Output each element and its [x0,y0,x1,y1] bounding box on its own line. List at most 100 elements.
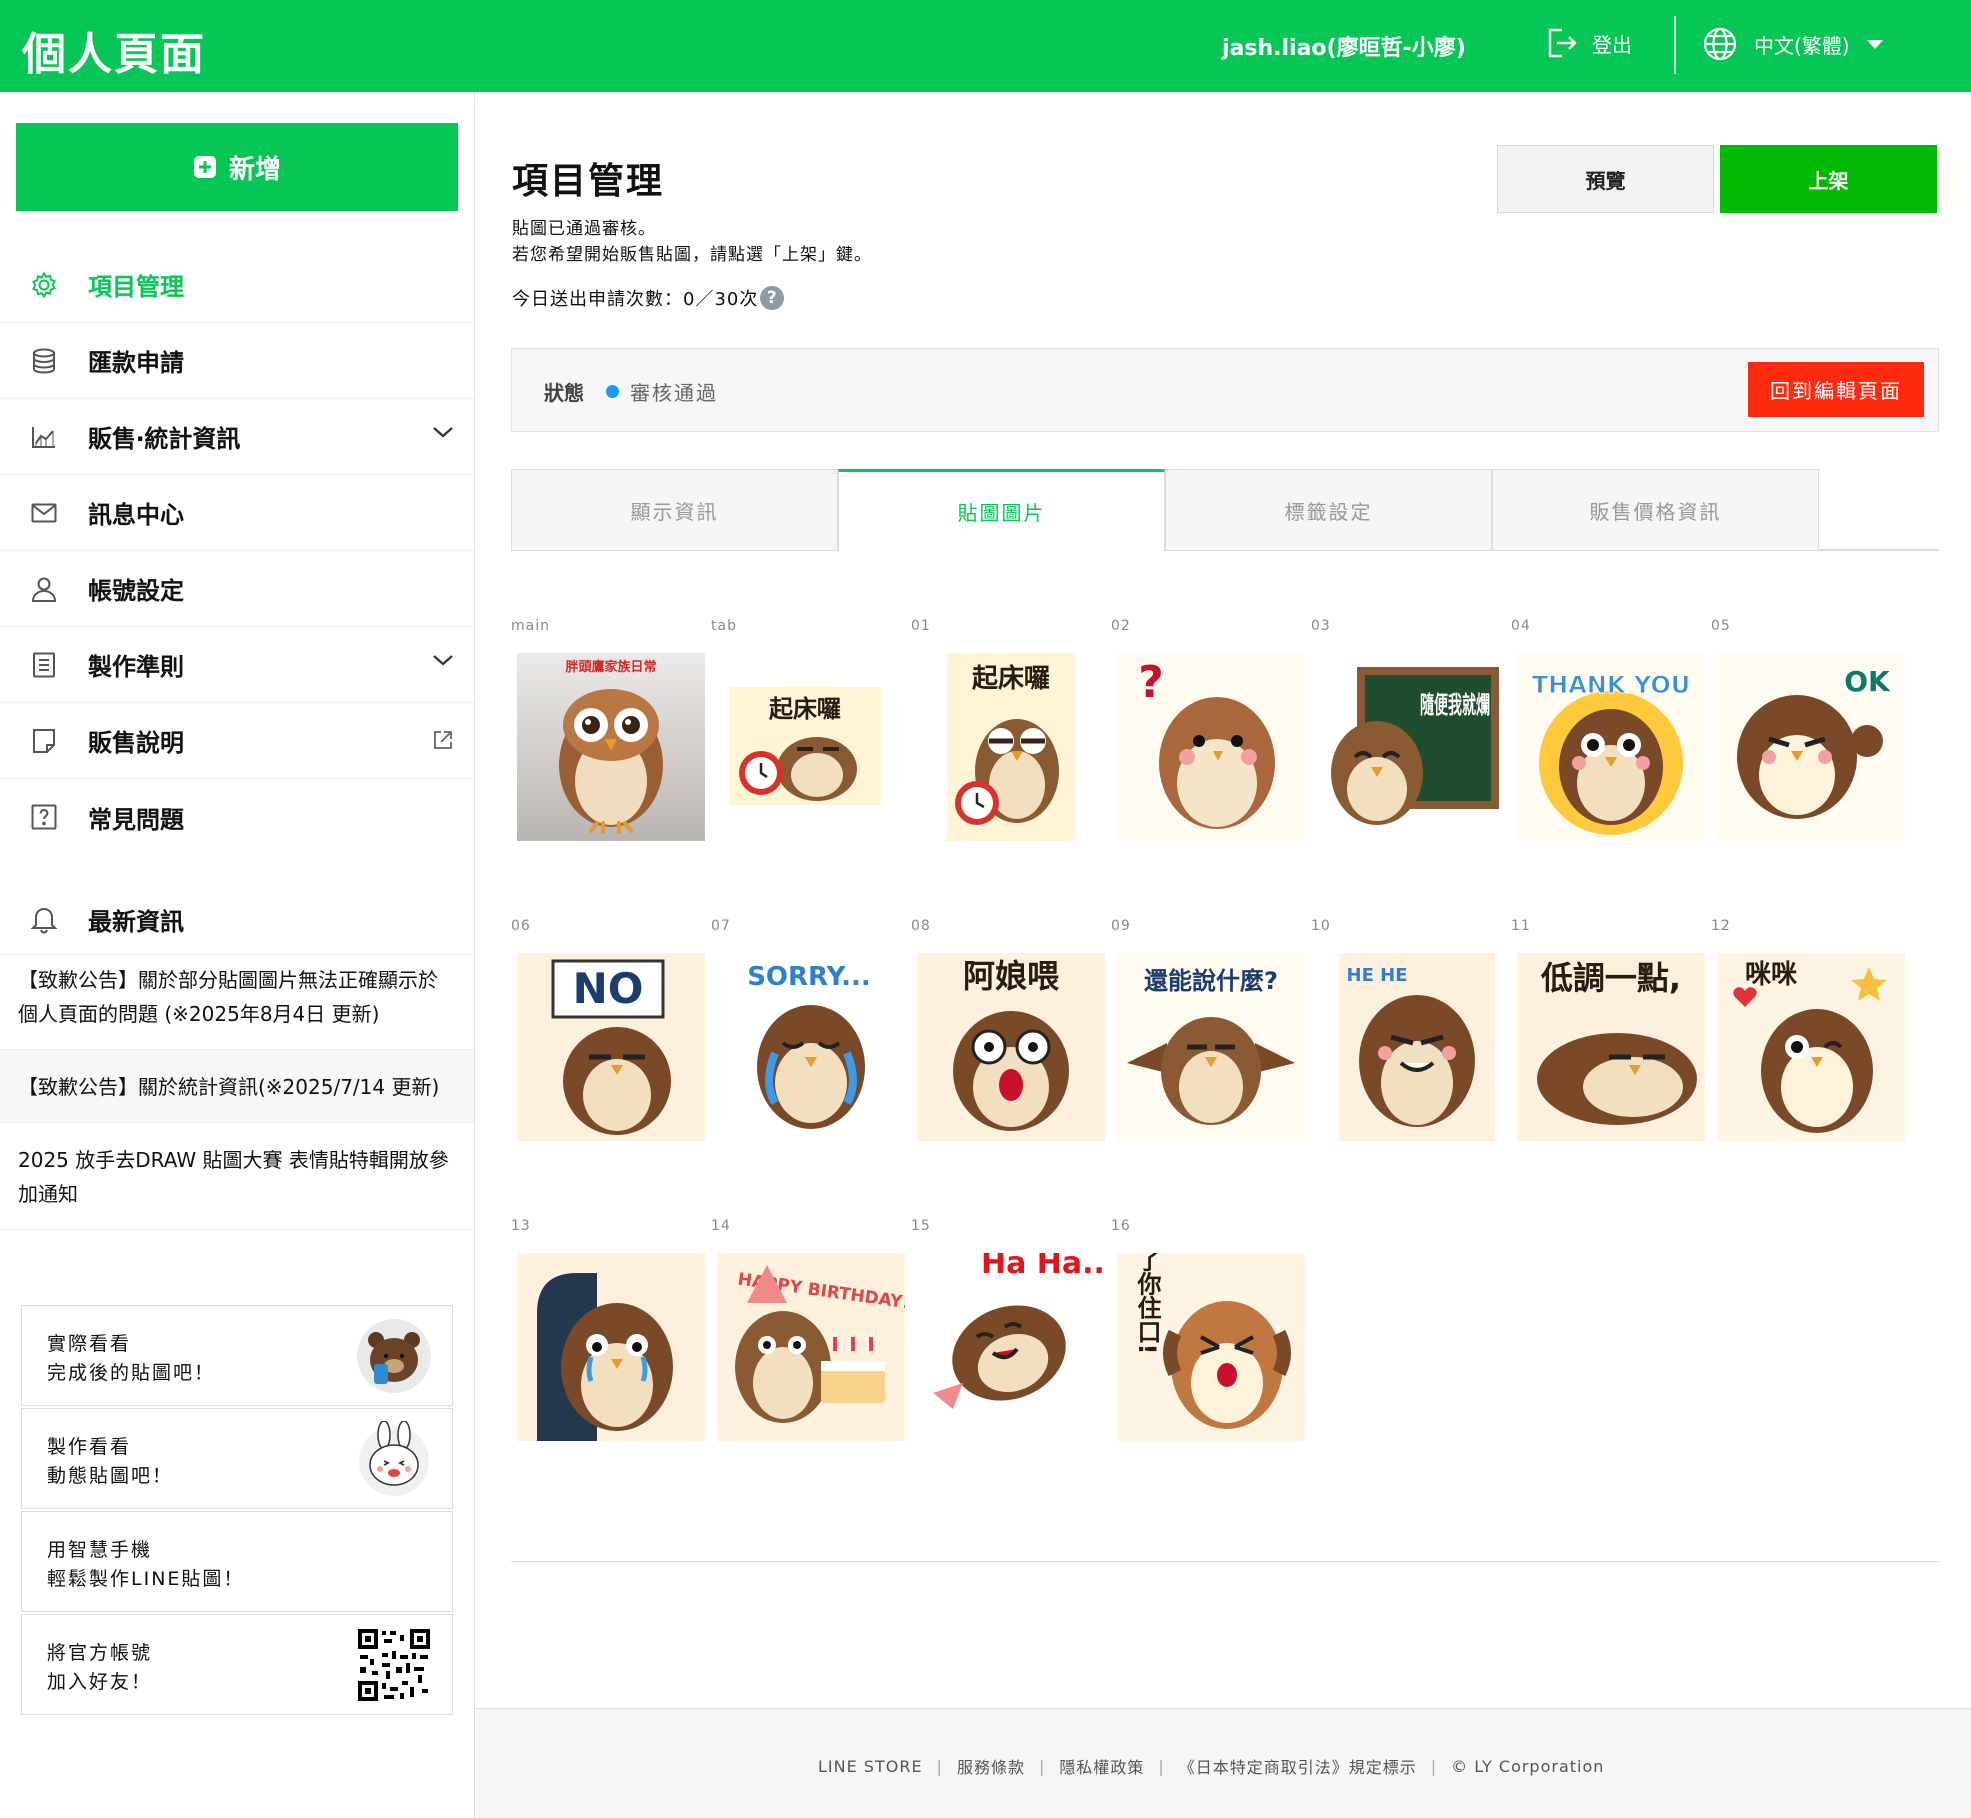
sidebar-nav: 項目管理 匯款申請 販售‧統計資訊 訊息中心 帳號設定 製作準則 販售說明 常見… [0,247,474,855]
sidebar-item-label: 販售‧統計資訊 [88,425,241,453]
external-link-icon [434,731,452,749]
sticker-main[interactable]: main 胖頭鷹家族日常 [511,618,705,841]
sticker-10[interactable]: 10 HE HE [1311,918,1501,1141]
coins-icon [33,348,55,374]
sticker-02[interactable]: 02 ? [1111,618,1305,841]
mail-icon [31,503,57,523]
back-to-edit-button[interactable]: 回到編輯頁面 [1748,362,1924,417]
sidebar-item-remittance[interactable]: 匯款申請 [0,323,474,399]
footer-link-privacy[interactable]: 隱私權政策 [1059,1754,1144,1778]
sticker-label: 06 [511,918,531,934]
sticker-05[interactable]: 05 OK [1711,618,1905,841]
owl-06-image: NO [517,953,705,1141]
status-value: 審核通過 [630,381,718,405]
sticker-01[interactable]: 01 起床囉 [911,618,1101,841]
news-item[interactable]: 2025 放手去DRAW 貼圖大賽 表情貼特輯開放參加通知 [0,1123,474,1230]
tab-sticker-images[interactable]: 貼圖圖片 [838,469,1165,553]
sticker-label: 12 [1711,918,1731,934]
review-message-line: 若您希望開始販售貼圖，請點選「上架」鍵。 [512,245,872,265]
sticker-label: 13 [511,1218,531,1234]
sticker-label: 04 [1511,618,1531,634]
language-label: 中文(繁體) [1754,33,1850,58]
rabbit-icon [359,1421,429,1496]
sticker-label: 02 [1111,618,1131,634]
sticker-13[interactable]: 13 [511,1218,705,1441]
sticker-14[interactable]: 14 HAPPY BIRTHDAY!! [711,1218,905,1441]
gear-icon [32,271,56,299]
sticker-label: 05 [1711,618,1731,634]
add-new-label: 新增 [228,154,281,185]
footer-separator: | [1038,1756,1046,1776]
sticker-08[interactable]: 08 阿娘喂 [911,918,1105,1141]
sticker-label: 10 [1311,918,1331,934]
owl-03-image: 隨便我就爛 [1331,667,1499,825]
owl-08-image: 阿娘喂 [917,953,1105,1141]
tab-tag-settings[interactable]: 標籤設定 [1165,469,1492,551]
sidebar-item-sales-guide[interactable]: 販售說明 [0,703,474,779]
promo-text: 將官方帳號 加入好友！ [47,1639,152,1697]
footer-link-terms[interactable]: 服務條款 [957,1754,1025,1778]
footer-links: LINE STORE | 服務條款 | 隱私權政策 | 《日本特定商取引法》規定… [818,1754,1604,1778]
sticker-15[interactable]: 15 Ha Ha.. [911,1218,1105,1441]
sticker-04[interactable]: 04 THANK YOU [1511,618,1705,841]
logout-button[interactable]: 登出 [1544,26,1632,60]
sticker-03[interactable]: 03 隨便我就爛 [1311,618,1501,825]
promo-smartphone[interactable]: 用智慧手機 輕鬆製作LINE貼圖！ [21,1511,453,1612]
sticker-image: 低調一點, [1517,953,1705,1141]
sticker-11[interactable]: 11 低調一點, [1511,918,1705,1141]
news-item[interactable]: 【致歉公告】關於部分貼圖圖片無法正確顯示於個人頁面的問題 (※2025年8月4日… [0,943,474,1050]
add-new-button[interactable]: 新增 [16,123,458,211]
promo-view-finished[interactable]: 實際看看 完成後的貼圖吧！ [21,1305,453,1406]
chevron-down-icon [433,427,453,438]
sticker-tab[interactable]: tab 起床囉 [711,618,901,805]
sidebar-item-label: 製作準則 [88,653,184,681]
caret-down-icon [1866,40,1883,49]
promo-line: 製作看看 [47,1436,132,1458]
sidebar-item-label: 訊息中心 [88,501,184,529]
sticker-image: 起床囉 [917,653,1105,841]
language-selector[interactable]: 中文(繁體) [1702,26,1884,62]
note-icon [33,729,55,753]
sidebar: 新增 項目管理 匯款申請 販售‧統計資訊 訊息中心 帳號設定 製作準則 販售說明… [0,92,475,1818]
publish-button[interactable]: 上架 [1720,145,1937,213]
footer-separator: | [1430,1756,1438,1776]
promo-official-account[interactable]: 將官方帳號 加入好友！ [21,1614,453,1715]
sidebar-item-message-center[interactable]: 訊息中心 [0,475,474,551]
sidebar-item-guidelines[interactable]: 製作準則 [0,627,474,703]
content-divider [511,1561,1939,1562]
status-label: 狀態 [544,381,584,405]
sticker-07[interactable]: 07 SORRY... [711,918,905,1141]
sticker-06[interactable]: 06 NO [511,918,705,1141]
sticker-16[interactable]: 16 夠了你住口! [1111,1218,1305,1441]
sticker-caption: NO [573,964,644,1013]
footer-link-commerce-law[interactable]: 《日本特定商取引法》規定標示 [1179,1754,1417,1778]
sticker-label: 15 [911,1218,931,1234]
sticker-12[interactable]: 12 咪咪 [1711,918,1905,1141]
brown-bear-icon [357,1319,431,1393]
promo-animated[interactable]: 製作看看 動態貼圖吧！ [21,1408,453,1509]
owl-01-image: 起床囉 [947,653,1075,841]
sidebar-item-item-management[interactable]: 項目管理 [0,247,474,323]
logout-label: 登出 [1592,32,1632,57]
sticker-image: 咪咪 [1717,953,1905,1141]
submission-count-text: 今日送出申請次數：0／30次 [512,289,759,310]
help-icon[interactable]: ? [760,286,785,310]
sidebar-item-sales-stats[interactable]: 販售‧統計資訊 [0,399,474,475]
sticker-label: 14 [711,1218,731,1234]
sticker-label: 01 [911,618,931,634]
sidebar-item-faq[interactable]: 常見問題 [0,779,474,855]
tab-display-info[interactable]: 顯示資訊 [511,469,838,551]
footer-link-line-store[interactable]: LINE STORE [818,1757,923,1776]
preview-button[interactable]: 預覽 [1497,145,1714,213]
qr-code-icon [356,1627,432,1703]
tab-price-info[interactable]: 販售價格資訊 [1492,469,1819,551]
sticker-image: SORRY... [717,953,905,1141]
sticker-09[interactable]: 09 還能說什麼? [1111,918,1305,1141]
sticker-caption: HE HE [1347,965,1408,986]
sidebar-item-account-settings[interactable]: 帳號設定 [0,551,474,627]
sticker-image: ? [1117,653,1305,841]
news-item[interactable]: 【致歉公告】關於統計資訊(※2025/7/14 更新) [0,1050,474,1123]
review-message-line: 貼圖已通過審核。 [512,219,656,239]
owl-09-image: 還能說什麼? [1117,953,1305,1141]
owl-13-image [517,1253,705,1441]
